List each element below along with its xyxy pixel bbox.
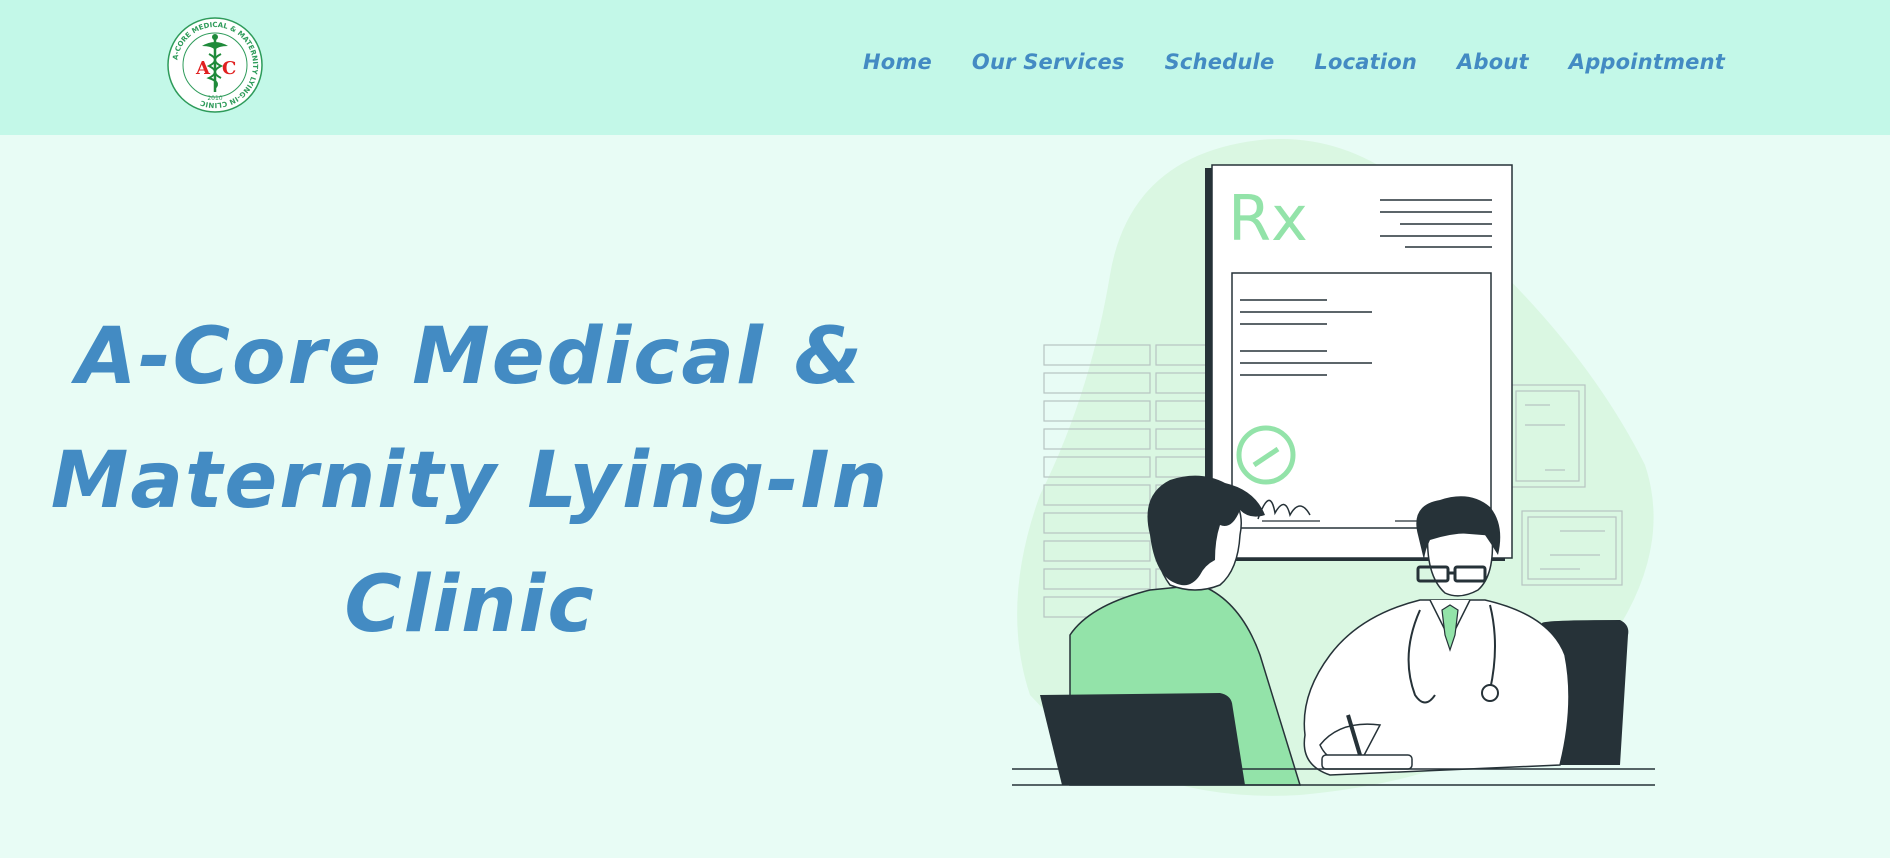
doctor-consultation-illustration: Rx xyxy=(1000,135,1680,815)
hero-title-line1: A-Core Medical & xyxy=(76,312,864,402)
clinic-logo[interactable]: A-CORE MEDICAL & MATERNITY LYING-IN CLIN… xyxy=(166,16,264,114)
logo-initial-c: C xyxy=(222,58,236,79)
rx-text: Rx xyxy=(1228,182,1308,255)
consultation-illustration-icon: Rx xyxy=(1012,138,1655,796)
logo-initial-a: A xyxy=(195,58,211,79)
nav-location[interactable]: Location xyxy=(1314,50,1417,74)
nav-about[interactable]: About xyxy=(1457,50,1529,74)
nav-our-services[interactable]: Our Services xyxy=(972,50,1125,74)
nav-home[interactable]: Home xyxy=(863,50,932,74)
hero-title-line2: Maternity Lying-In xyxy=(50,436,890,526)
laptop-icon xyxy=(1040,693,1245,785)
nav-schedule[interactable]: Schedule xyxy=(1165,50,1275,74)
site-header: A-CORE MEDICAL & MATERNITY LYING-IN CLIN… xyxy=(0,0,1890,135)
logo-seal-icon: A-CORE MEDICAL & MATERNITY LYING-IN CLIN… xyxy=(167,17,263,113)
hero-title-line3: Clinic xyxy=(344,560,596,650)
logo-year: 2010 xyxy=(207,95,222,102)
nav-appointment[interactable]: Appointment xyxy=(1569,50,1725,74)
main-nav: Home Our Services Schedule Location Abou… xyxy=(863,50,1725,74)
hero-title: A-Core Medical & Maternity Lying-In Clin… xyxy=(20,295,920,667)
